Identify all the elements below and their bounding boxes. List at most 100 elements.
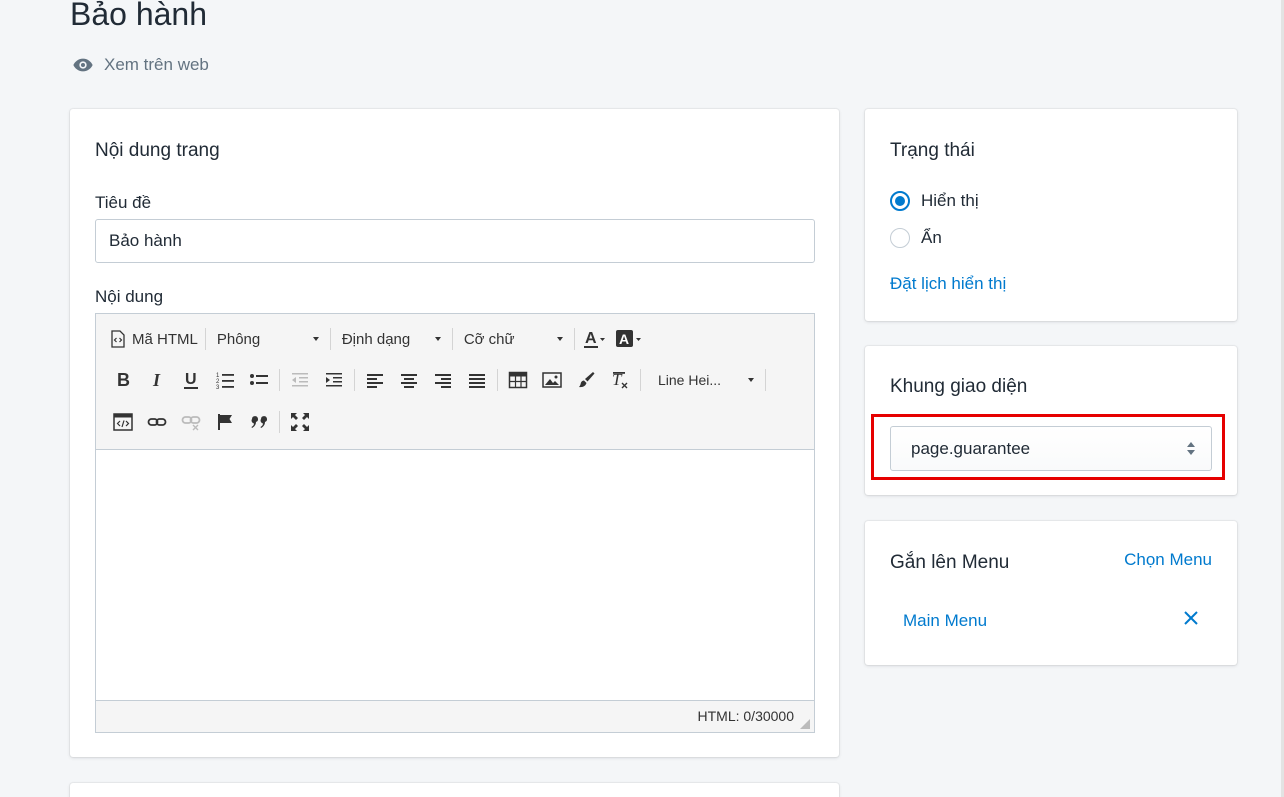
view-on-web-label: Xem trên web [104, 55, 209, 74]
indent-icon [326, 373, 342, 387]
background-color-icon: A [615, 330, 641, 347]
ordered-list-button[interactable]: 123 [208, 365, 242, 395]
chevron-down-icon [556, 337, 563, 341]
line-height-label: Line Hei... [658, 372, 722, 388]
underline-button[interactable]: U [174, 365, 208, 395]
radio-hidden[interactable]: Ẩn [890, 228, 942, 248]
text-color-icon: A [583, 330, 605, 348]
table-icon [508, 371, 528, 389]
clear-format-icon: T [612, 370, 628, 389]
ordered-list-icon: 123 [216, 373, 234, 390]
close-icon[interactable] [1182, 609, 1200, 627]
menu-item-main[interactable]: Main Menu [903, 611, 987, 631]
align-right-icon [435, 374, 451, 388]
insert-link-button[interactable] [140, 407, 174, 437]
anchor-button[interactable] [208, 407, 242, 437]
align-center-icon [401, 374, 417, 388]
line-height-dropdown[interactable]: Line Hei... [644, 365, 762, 395]
chevron-down-icon [748, 378, 754, 382]
title-input[interactable] [95, 219, 815, 263]
align-justify-icon [469, 374, 485, 388]
editor-toolbar: Mã HTML Phông Định dạng Cỡ chữ A A B I U… [96, 314, 814, 450]
code-view-icon [113, 413, 133, 431]
source-code-button[interactable] [106, 407, 140, 437]
resize-handle[interactable] [800, 719, 810, 729]
html-code-label: Mã HTML [132, 330, 198, 348]
indent-button[interactable] [317, 365, 351, 395]
outdent-button[interactable] [283, 365, 317, 395]
align-justify-button[interactable] [460, 365, 494, 395]
radio-hidden-label: Ẩn [921, 228, 942, 247]
eye-icon [73, 58, 93, 72]
format-label: Định dạng [341, 330, 411, 348]
unlink-icon [181, 416, 201, 431]
content-card-title: Nội dung trang [95, 140, 220, 161]
toolbar-divider [451, 328, 453, 350]
font-size-label: Cỡ chữ [463, 330, 515, 348]
title-field-label: Tiêu đề [95, 193, 152, 212]
align-right-button[interactable] [426, 365, 460, 395]
remove-link-button[interactable] [174, 407, 208, 437]
format-dropdown[interactable]: Định dạng [334, 324, 449, 354]
editor-content-area[interactable] [96, 450, 814, 700]
file-code-icon [111, 330, 125, 348]
toolbar-divider [279, 369, 280, 391]
template-card-title: Khung giao diện [890, 376, 1028, 397]
svg-text:3: 3 [216, 385, 220, 390]
flag-icon [218, 414, 232, 430]
clear-format-button[interactable]: T [603, 365, 637, 395]
toolbar-divider [497, 369, 498, 391]
radio-button-checked[interactable] [890, 191, 910, 211]
svg-text:U: U [185, 371, 197, 388]
fullscreen-icon [291, 413, 309, 431]
template-select-value: page.guarantee [911, 438, 1031, 458]
chevron-down-icon [312, 337, 319, 341]
page-title: Bảo hành [70, 0, 208, 32]
bullet-list-button[interactable] [242, 365, 276, 395]
format-painter-button[interactable] [569, 365, 603, 395]
align-left-button[interactable] [358, 365, 392, 395]
bold-button[interactable]: B [106, 365, 140, 395]
font-family-label: Phông [216, 330, 261, 348]
radio-button[interactable] [890, 228, 910, 248]
font-size-dropdown[interactable]: Cỡ chữ [456, 324, 571, 354]
text-color-button[interactable]: A [578, 324, 612, 354]
menu-attach-card: Gắn lên Menu Chọn Menu Main Menu [865, 521, 1237, 665]
align-center-button[interactable] [392, 365, 426, 395]
radio-visible[interactable]: Hiển thị [890, 191, 979, 211]
quote-icon [251, 416, 267, 428]
fullscreen-button[interactable] [283, 407, 317, 437]
blockquote-button[interactable] [242, 407, 276, 437]
svg-text:I: I [152, 370, 161, 390]
insert-image-button[interactable] [535, 365, 569, 395]
insert-table-button[interactable] [501, 365, 535, 395]
schedule-link[interactable]: Đặt lịch hiển thị [890, 274, 1006, 294]
html-code-button[interactable]: Mã HTML [106, 324, 202, 354]
secondary-card [70, 783, 839, 797]
page-content-card: Nội dung trang Tiêu đề Nội dung Mã HTML … [70, 109, 839, 757]
choose-menu-link[interactable]: Chọn Menu [1124, 550, 1212, 570]
template-select[interactable]: page.guarantee [890, 426, 1212, 471]
background-color-button[interactable]: A [612, 324, 646, 354]
outdent-icon [292, 373, 308, 387]
bold-icon: B [117, 370, 130, 390]
visibility-status-card: Trạng thái Hiển thị Ẩn Đặt lịch hiển thị [865, 109, 1237, 321]
view-on-web-link[interactable]: Xem trên web [72, 54, 209, 76]
underline-icon: U [184, 371, 198, 389]
toolbar-divider [279, 411, 280, 433]
font-family-dropdown[interactable]: Phông [209, 324, 327, 354]
svg-text:A: A [619, 331, 629, 347]
status-card-title: Trạng thái [890, 140, 975, 161]
template-card: Khung giao diện page.guarantee [865, 346, 1237, 495]
editor-status-bar: HTML: 0/30000 [96, 700, 814, 732]
italic-button[interactable]: I [140, 365, 174, 395]
paint-brush-icon [579, 372, 595, 388]
rich-text-editor: Mã HTML Phông Định dạng Cỡ chữ A A B I U… [95, 313, 815, 733]
menu-card-title: Gắn lên Menu [890, 552, 1010, 573]
toolbar-divider [204, 328, 206, 350]
link-icon [147, 418, 167, 426]
toolbar-divider [765, 369, 766, 391]
chevron-down-icon [434, 337, 441, 341]
svg-text:A: A [585, 330, 597, 347]
toolbar-divider [640, 369, 641, 391]
